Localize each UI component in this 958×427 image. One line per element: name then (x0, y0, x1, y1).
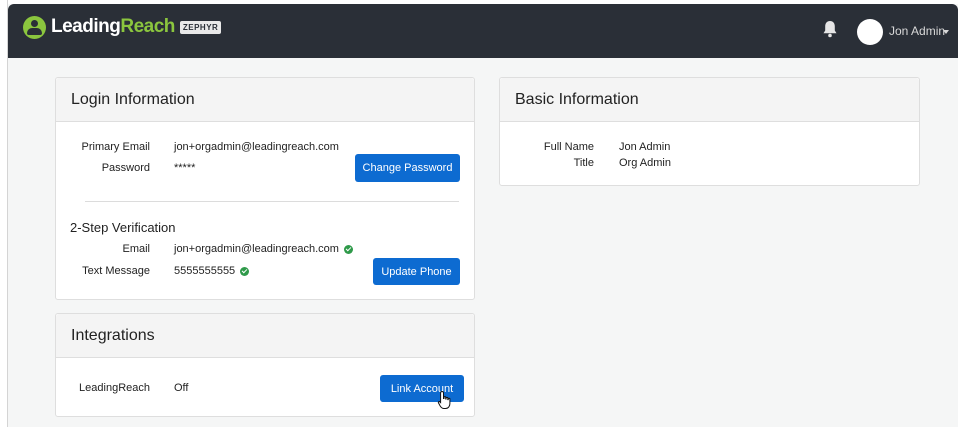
leadingreach-logo[interactable]: LeadingReach ZEPHYR (23, 14, 222, 40)
basic-information-title: Basic Information (500, 78, 919, 122)
verification-email-row: jon+orgadmin@leadingreach.com (174, 243, 353, 255)
section-divider (85, 201, 459, 202)
two-step-verification-heading: 2-Step Verification (70, 220, 176, 235)
integration-name: LeadingReach (79, 382, 150, 394)
primary-email-value: jon+orgadmin@leadingreach.com (174, 141, 339, 153)
logo-leading-text: Leading (51, 16, 121, 37)
password-value: ***** (174, 162, 196, 174)
app-window: LeadingReach ZEPHYR Jon Admin Login Info… (0, 0, 958, 427)
full-name-label: Full Name (543, 141, 594, 153)
text-message-label: Text Message (82, 265, 150, 277)
login-information-title: Login Information (56, 78, 474, 122)
logo-wordmark: LeadingReach (51, 16, 175, 38)
verified-check-icon (240, 266, 250, 276)
integrations-card: Integrations LeadingReach Off Link Accou… (55, 313, 475, 417)
full-name-value: Jon Admin (619, 141, 671, 153)
title-value: Org Admin (619, 157, 671, 169)
caret-down-icon[interactable] (943, 30, 949, 34)
primary-email-label: Primary Email (81, 141, 150, 153)
text-message-value: 5555555555 (174, 265, 236, 277)
title-label: Title (573, 157, 594, 169)
verified-check-icon (343, 244, 353, 254)
change-password-button[interactable]: Change Password (355, 154, 460, 182)
avatar[interactable] (857, 19, 883, 45)
basic-information-card: Basic Information Full Name Jon Admin Ti… (499, 77, 920, 186)
bell-icon[interactable] (822, 20, 838, 38)
password-label: Password (101, 162, 150, 174)
login-information-card: Login Information Primary Email jon+orga… (55, 77, 475, 300)
window-frame-left (0, 0, 8, 427)
logo-person-icon (23, 15, 46, 39)
logo-edition-badge: ZEPHYR (179, 20, 222, 34)
integration-status: Off (174, 382, 189, 394)
update-phone-button[interactable]: Update Phone (373, 258, 460, 285)
logo-reach-text: Reach (120, 16, 175, 37)
hand-pointer-cursor-icon (437, 390, 451, 409)
user-menu-name[interactable]: Jon Admin (889, 24, 945, 38)
verification-email-label: Email (122, 243, 150, 255)
text-message-row: 5555555555 (174, 265, 250, 277)
verification-email-value: jon+orgadmin@leadingreach.com (174, 243, 339, 255)
integrations-title: Integrations (56, 314, 474, 358)
